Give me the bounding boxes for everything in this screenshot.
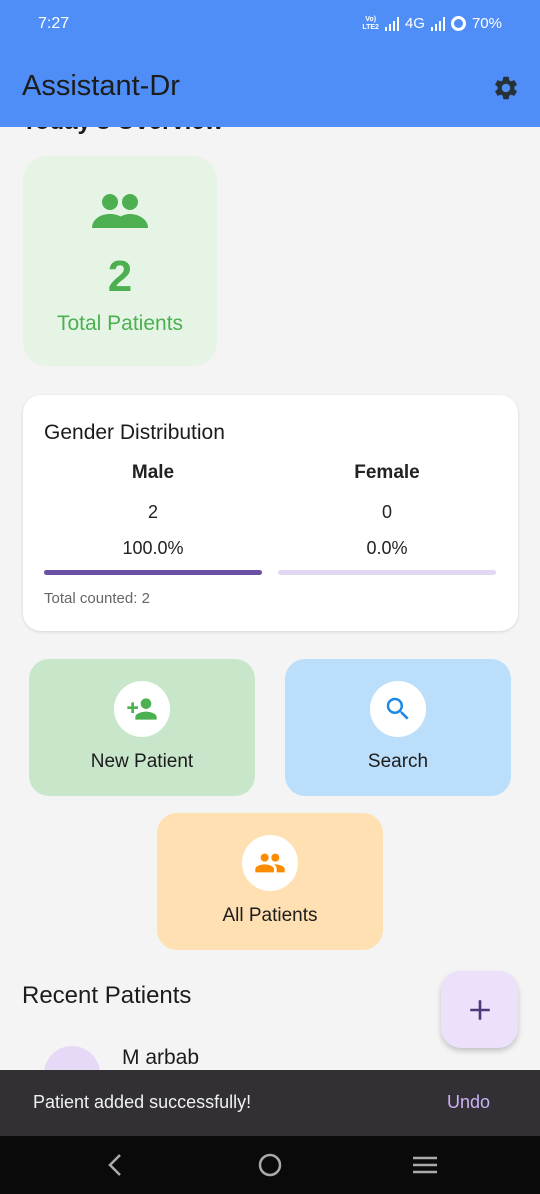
network-type: 4G	[404, 15, 425, 32]
all-patients-button[interactable]: All Patients	[157, 813, 383, 950]
system-nav-bar	[0, 1136, 540, 1194]
gear-icon[interactable]	[492, 74, 520, 102]
status-bar: 7:27 Vo) LTE2 4G 70%	[0, 0, 540, 50]
total-patients-label: Total Patients	[56, 312, 184, 335]
search-label: Search	[367, 751, 429, 772]
recent-patients-title: Recent Patients	[22, 982, 192, 1009]
search-button[interactable]: Search	[285, 659, 511, 796]
app-bar: 7:27 Vo) LTE2 4G 70% Assistant-Dr	[0, 0, 540, 127]
volte-icon: Vo) LTE2	[362, 15, 379, 31]
plus-icon	[469, 999, 490, 1020]
male-count: 2	[147, 502, 158, 522]
new-patient-button[interactable]: New Patient	[29, 659, 255, 796]
new-patient-label: New Patient	[90, 751, 194, 772]
person-add-icon	[114, 681, 170, 737]
battery-icon	[450, 16, 466, 31]
male-label: Male	[131, 462, 175, 483]
female-percent: 0.0%	[366, 538, 408, 558]
signal-icon	[384, 16, 399, 31]
add-fab-button[interactable]	[441, 971, 518, 1048]
app-screen: Today's Overview 7:27 Vo)LTE2 4G 70% Ass…	[0, 0, 540, 1194]
gender-title: Gender Distribution	[44, 421, 225, 444]
home-icon[interactable]	[255, 1150, 285, 1180]
male-progress-track	[44, 570, 262, 575]
people-icon	[92, 194, 148, 228]
male-column: Male 2 100.0%	[44, 461, 262, 569]
signal-icon-2	[430, 16, 445, 31]
female-label: Female	[354, 462, 420, 483]
male-percent: 100.0%	[122, 538, 184, 558]
total-patients-value: 2	[107, 252, 133, 301]
gender-distribution-card: Gender Distribution Male 2 100.0% Female…	[23, 395, 518, 631]
status-icons: Vo) LTE2 4G 70%	[362, 15, 502, 32]
status-time: 7:27	[38, 15, 70, 32]
back-icon[interactable]	[100, 1150, 130, 1180]
total-patients-card: 2 Total Patients	[23, 156, 217, 366]
app-title: Assistant-Dr	[22, 70, 180, 102]
snackbar-message: Patient added successfully!	[33, 1092, 252, 1112]
female-count: 0	[381, 502, 392, 522]
male-progress-fill	[44, 570, 262, 575]
female-progress-track	[278, 570, 496, 575]
people-icon	[242, 835, 298, 891]
snackbar: Patient added successfully! Undo	[0, 1070, 540, 1136]
undo-button[interactable]: Undo	[447, 1092, 490, 1113]
all-patients-label: All Patients	[222, 905, 318, 926]
search-icon	[370, 681, 426, 737]
battery-level: 70%	[471, 15, 502, 32]
female-column: Female 0 0.0%	[278, 461, 496, 569]
menu-icon[interactable]	[410, 1150, 440, 1180]
recent-patient-name[interactable]: M arbab	[122, 1046, 199, 1070]
total-counted: Total counted: 2	[44, 590, 150, 607]
